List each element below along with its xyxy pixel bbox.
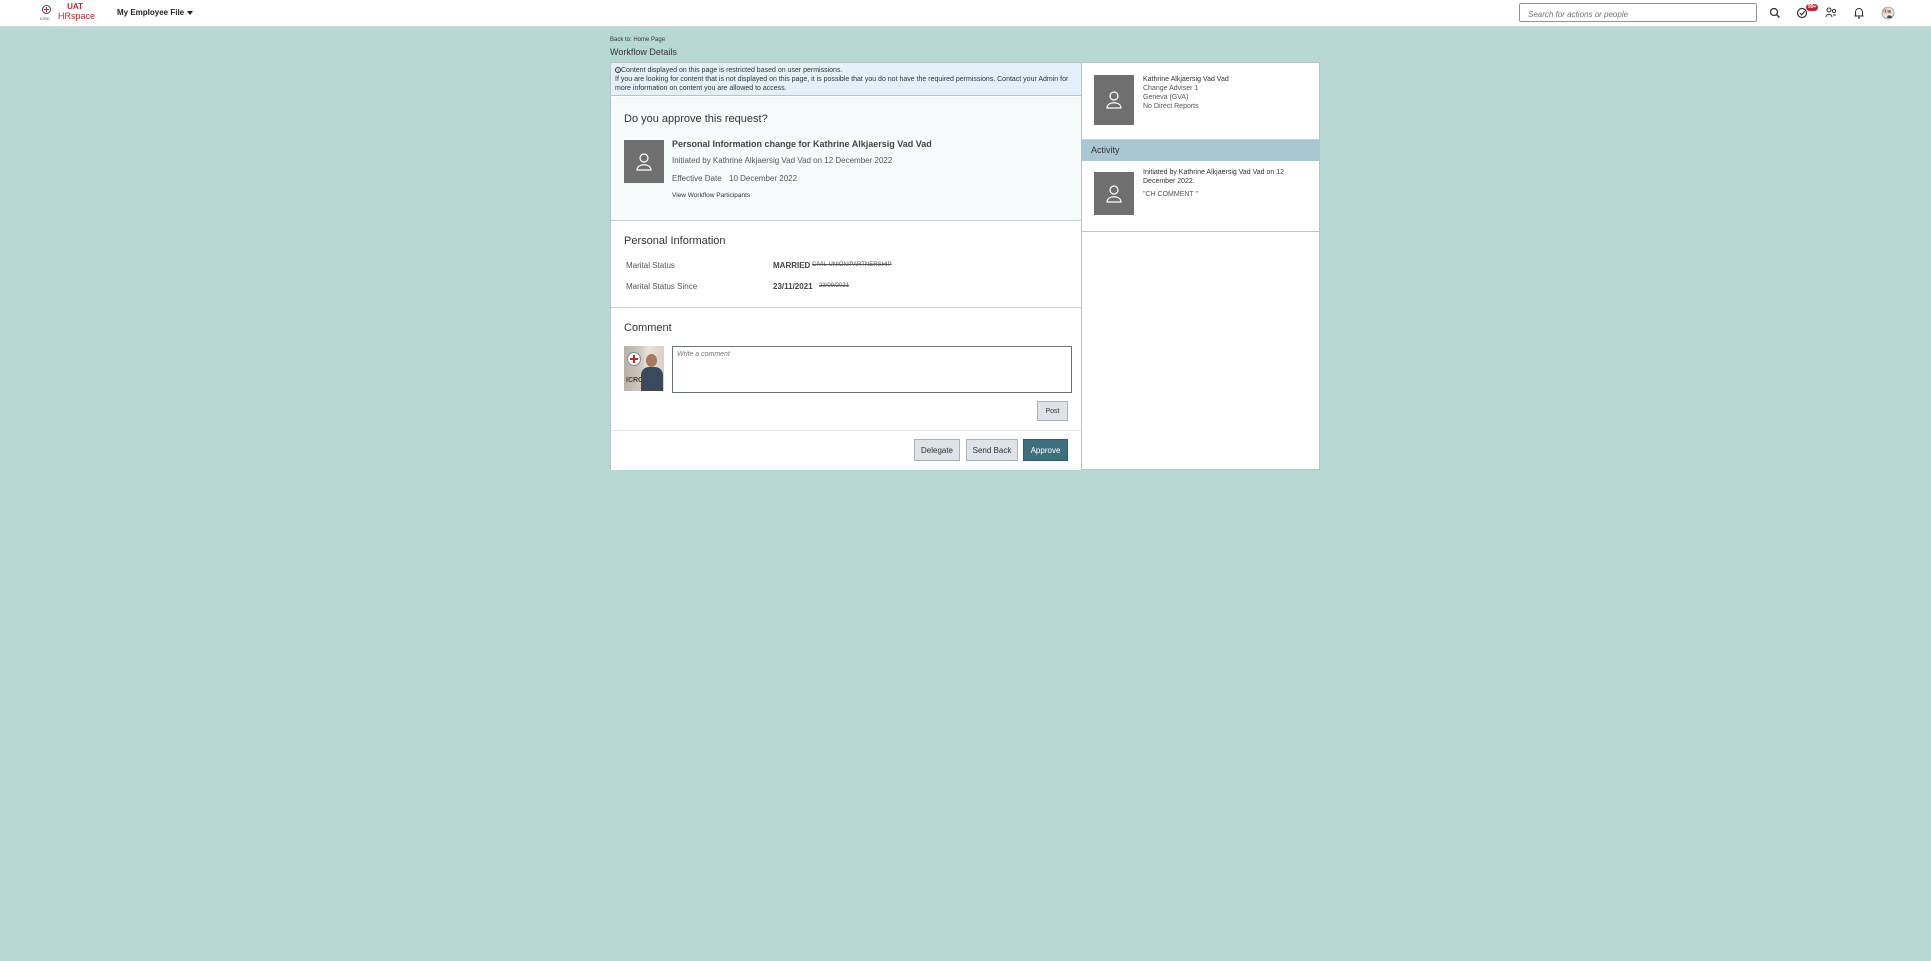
- requester-avatar: [624, 140, 664, 183]
- marital-status-old-value: CIVIL UNION/PARTNERSHIP: [812, 262, 892, 268]
- logo-seal-text: ICRC: [40, 16, 50, 21]
- red-cross-emblem-icon: [627, 352, 641, 366]
- caret-down-icon: [187, 10, 194, 15]
- global-search[interactable]: [1519, 3, 1758, 24]
- current-user-photo: ICRC: [624, 346, 664, 391]
- approval-request-section: Do you approve this request? Personal In…: [611, 97, 1081, 221]
- approve-button[interactable]: Approve: [1023, 439, 1068, 461]
- notification-bell-icon[interactable]: [1852, 6, 1866, 20]
- effective-date-value: 10 December 2022: [729, 174, 798, 183]
- top-navigation-bar: ICRC UAT HRspace My Employee File 99+: [0, 0, 1931, 27]
- banner-line-2: If you are looking for content that is n…: [615, 76, 1069, 92]
- comment-section: Comment ICRC Post: [611, 308, 1081, 428]
- banner-line-1: Content displayed on this page is restri…: [621, 67, 843, 74]
- page-title: Workflow Details: [610, 47, 677, 57]
- request-title: Personal Information change for Kathrine…: [672, 139, 932, 149]
- people-network-icon[interactable]: [1824, 6, 1838, 20]
- personal-information-section: Personal Information Marital Status MARR…: [611, 221, 1081, 308]
- workflow-actions-bar: Delegate Send Back Approve: [611, 430, 1081, 470]
- user-avatar-icon[interactable]: [1881, 6, 1895, 20]
- activity-text: Initiated by Kathrine Alkjaersig Vad Vad…: [1143, 169, 1284, 185]
- delegate-button[interactable]: Delegate: [914, 439, 960, 461]
- person-placeholder-icon: [636, 153, 652, 171]
- subject-avatar: [1094, 75, 1134, 125]
- subject-direct-reports: No Direct Reports: [1143, 103, 1199, 110]
- subject-person-card: Kathrine Alkjaersig Vad Vad Change Advis…: [1082, 63, 1319, 140]
- red-cross-icon: [44, 7, 49, 12]
- back-to-home-link[interactable]: Back to: Home Page: [610, 37, 665, 43]
- brand-name: HRspace: [58, 11, 96, 21]
- photo-label: ICRC: [626, 377, 644, 384]
- activity-item: Initiated by Kathrine Alkjaersig Vad Vad…: [1082, 162, 1319, 232]
- activity-avatar: [1094, 172, 1134, 215]
- search-icon[interactable]: [1768, 6, 1782, 20]
- subject-name[interactable]: Kathrine Alkjaersig Vad Vad: [1143, 76, 1229, 83]
- subject-role: Change Adviser 1: [1143, 85, 1199, 92]
- comment-input[interactable]: [672, 346, 1072, 393]
- icrc-logo[interactable]: ICRC: [40, 4, 54, 22]
- effective-date-label: Effective Date: [672, 174, 722, 183]
- module-label: My Employee File: [117, 8, 185, 17]
- comment-title: Comment: [624, 322, 672, 334]
- photo-head: [646, 354, 657, 367]
- environment-label: UAT: [67, 2, 83, 11]
- marital-status-since-label: Marital Status Since: [626, 282, 698, 291]
- subject-side-panel: Kathrine Alkjaersig Vad Vad Change Advis…: [1082, 62, 1320, 470]
- permissions-info-banner: i Content displayed on this page is restr…: [611, 63, 1081, 96]
- section-title: Personal Information: [624, 235, 726, 247]
- send-back-button[interactable]: Send Back: [966, 439, 1018, 461]
- activity-header: Activity: [1082, 140, 1319, 161]
- subject-location: Geneva (GVA): [1143, 94, 1189, 101]
- view-workflow-participants-link[interactable]: View Workflow Participants: [672, 192, 750, 199]
- person-placeholder-icon: [1106, 185, 1122, 203]
- approval-question: Do you approve this request?: [624, 113, 768, 125]
- post-comment-button[interactable]: Post: [1037, 401, 1068, 421]
- module-switcher[interactable]: My Employee File: [117, 8, 194, 17]
- activity-comment: "CH COMMENT ": [1143, 191, 1199, 198]
- marital-status-label: Marital Status: [626, 261, 675, 270]
- search-input[interactable]: [1526, 5, 1758, 24]
- photo-torso: [641, 367, 663, 391]
- marital-status-since-new-value: 23/11/2021: [773, 282, 813, 291]
- request-initiated-text: Initiated by Kathrine Alkjaersig Vad Vad…: [672, 156, 893, 165]
- todo-count-badge: 99+: [1806, 4, 1819, 11]
- marital-status-since-old-value: 23/09/2021: [819, 283, 850, 289]
- person-placeholder-icon: [1106, 91, 1122, 109]
- workflow-main-card: i Content displayed on this page is restr…: [610, 62, 1082, 470]
- marital-status-new-value: MARRIED: [773, 261, 811, 270]
